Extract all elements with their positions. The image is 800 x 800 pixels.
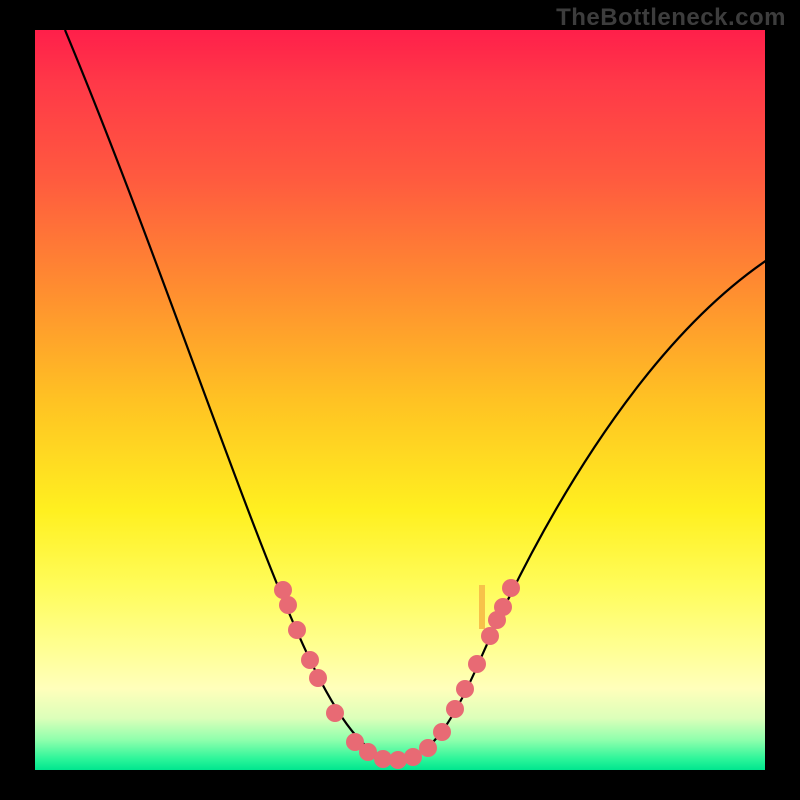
data-marker [309, 669, 327, 687]
data-marker [288, 621, 306, 639]
data-marker [301, 651, 319, 669]
data-marker [389, 751, 407, 769]
data-marker [419, 739, 437, 757]
annotation-bar [479, 585, 485, 629]
watermark-text: TheBottleneck.com [556, 4, 786, 32]
curve-layer [35, 30, 765, 770]
data-marker [456, 680, 474, 698]
data-marker [494, 598, 512, 616]
chart-frame: TheBottleneck.com [0, 0, 800, 800]
data-marker [502, 579, 520, 597]
data-marker [433, 723, 451, 741]
data-marker [326, 704, 344, 722]
bottleneck-curve [65, 30, 765, 760]
data-marker [468, 655, 486, 673]
data-marker [404, 748, 422, 766]
data-marker [279, 596, 297, 614]
data-marker [446, 700, 464, 718]
data-marker [481, 627, 499, 645]
plot-area [35, 30, 765, 770]
